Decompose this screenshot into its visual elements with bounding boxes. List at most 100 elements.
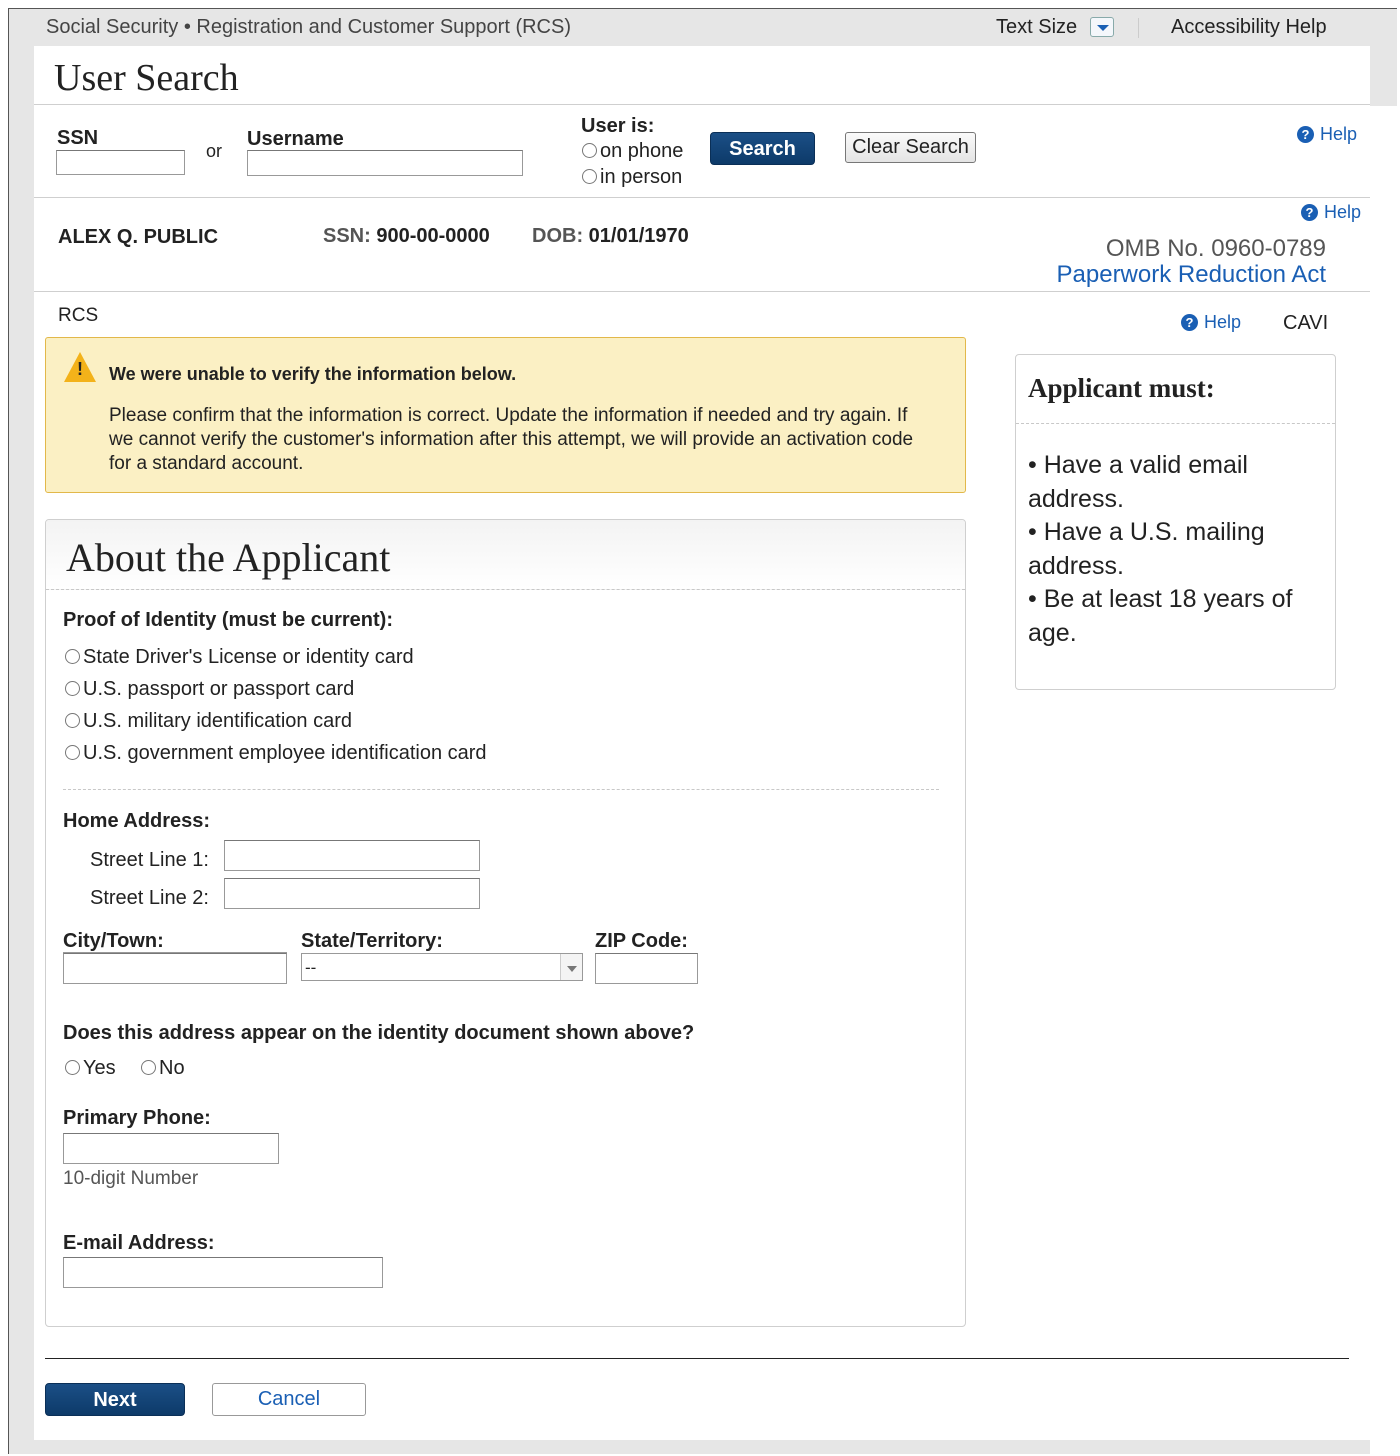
cancel-button[interactable]: Cancel — [212, 1383, 366, 1416]
city-label: City/Town: — [63, 930, 164, 952]
next-button[interactable]: Next — [45, 1383, 185, 1416]
street-line-2-input[interactable] — [224, 878, 480, 909]
requirement-item: • Have a U.S. mailing address. — [1028, 518, 1265, 580]
on-phone-label: on phone — [600, 140, 684, 162]
cavi-label: CAVI — [1283, 312, 1329, 334]
city-input[interactable] — [63, 953, 287, 984]
on-phone-option[interactable]: on phone — [582, 140, 683, 163]
or-label: or — [206, 141, 223, 161]
help-label: Help — [1320, 124, 1358, 144]
applicant-dob: DOB: 01/01/1970 — [532, 225, 689, 248]
chevron-down-icon — [560, 954, 582, 980]
divider — [63, 789, 939, 790]
site-title: Social Security • Registration and Custo… — [46, 16, 571, 38]
radio-button[interactable] — [65, 681, 80, 696]
phone-hint: 10-digit Number — [63, 1168, 199, 1189]
footer-divider — [45, 1358, 1349, 1359]
radio-button[interactable] — [141, 1060, 156, 1075]
radio-button[interactable] — [65, 713, 80, 728]
panel-edge — [1370, 106, 1397, 1456]
address-yes-option[interactable]: Yes — [65, 1057, 116, 1080]
applicant-help-link[interactable]: ? Help — [1301, 202, 1361, 223]
clear-search-button[interactable]: Clear Search — [845, 132, 976, 163]
ssn-input[interactable] — [56, 150, 185, 175]
divider — [1016, 423, 1335, 424]
requirement-item: • Have a valid email address. — [1028, 451, 1248, 513]
applicant-ssn: SSN: 900-00-0000 — [323, 225, 490, 248]
address-question: Does this address appear on the identity… — [63, 1022, 695, 1044]
warning-icon: ! — [64, 352, 96, 382]
proof-option-drivers-license[interactable]: State Driver's License or identity card — [65, 646, 414, 669]
alert-body: Please confirm that the information is c… — [109, 405, 914, 474]
requirements-list: • Have a valid email address. • Have a U… — [1028, 449, 1328, 650]
applicant-name: ALEX Q. PUBLIC — [58, 226, 219, 248]
option-label: Yes — [83, 1057, 116, 1079]
radio-button[interactable] — [582, 169, 597, 184]
email-input[interactable] — [63, 1257, 383, 1288]
verification-alert: ! We were unable to verify the informati… — [45, 337, 966, 493]
page-title: User Search — [54, 57, 239, 99]
search-button[interactable]: Search — [710, 132, 815, 165]
home-address-label: Home Address: — [63, 810, 211, 832]
state-select[interactable]: -- — [301, 953, 583, 981]
alert-title: We were unable to verify the information… — [109, 364, 517, 384]
paperwork-reduction-link[interactable]: Paperwork Reduction Act — [1030, 262, 1326, 288]
option-label: U.S. government employee identification … — [83, 742, 487, 764]
radio-button[interactable] — [65, 649, 80, 664]
help-icon: ? — [1297, 126, 1314, 143]
zip-label: ZIP Code: — [595, 930, 688, 952]
proof-option-government-id[interactable]: U.S. government employee identification … — [65, 742, 487, 765]
option-label: U.S. passport or passport card — [83, 678, 355, 700]
user-is-label: User is: — [581, 115, 655, 137]
help-icon: ? — [1301, 204, 1318, 221]
address-no-option[interactable]: No — [141, 1057, 185, 1080]
search-help-link[interactable]: ? Help — [1297, 124, 1357, 145]
cavi-help-link[interactable]: ? Help — [1181, 312, 1241, 333]
state-selected-value: -- — [305, 958, 317, 977]
divider — [34, 104, 1370, 105]
radio-button[interactable] — [582, 143, 597, 158]
state-label: State/Territory: — [301, 930, 443, 952]
help-label: Help — [1204, 312, 1242, 332]
accessibility-help-link[interactable]: Accessibility Help — [1171, 16, 1327, 39]
applicant-requirements-box: Applicant must: • Have a valid email add… — [1015, 354, 1336, 690]
divider — [1138, 18, 1139, 38]
requirements-title: Applicant must: — [1028, 373, 1215, 403]
street-line-2-label: Street Line 2: — [90, 887, 209, 909]
applicant-form: About the Applicant Proof of Identity (m… — [45, 519, 966, 1327]
omb-block: OMB No. 0960-0789 Paperwork Reduction Ac… — [1030, 236, 1326, 288]
in-person-option[interactable]: in person — [582, 166, 682, 189]
zip-input[interactable] — [595, 953, 698, 984]
option-label: U.S. military identification card — [83, 710, 352, 732]
primary-phone-label: Primary Phone: — [63, 1107, 211, 1129]
proof-option-military-id[interactable]: U.S. military identification card — [65, 710, 352, 733]
divider — [34, 291, 1370, 292]
email-label: E-mail Address: — [63, 1232, 215, 1254]
text-size-label: Text Size — [996, 16, 1078, 38]
ssn-caption: SSN: — [323, 225, 371, 247]
username-label: Username — [247, 128, 344, 150]
ssn-label: SSN — [57, 127, 99, 149]
street-line-1-label: Street Line 1: — [90, 849, 209, 871]
street-line-1-input[interactable] — [224, 840, 480, 871]
dob-value: 01/01/1970 — [588, 225, 689, 247]
omb-number: OMB No. 0960-0789 — [1105, 235, 1326, 262]
help-label: Help — [1324, 202, 1362, 222]
primary-phone-input[interactable] — [63, 1133, 279, 1164]
in-person-label: in person — [600, 166, 683, 188]
option-label: No — [159, 1057, 185, 1079]
ssn-value: 900-00-0000 — [376, 225, 490, 247]
divider — [34, 197, 1370, 198]
text-size-dropdown[interactable] — [1090, 17, 1114, 37]
breadcrumb: RCS — [58, 305, 99, 326]
form-header: About the Applicant — [46, 520, 965, 590]
username-input[interactable] — [247, 150, 523, 176]
proof-option-passport[interactable]: U.S. passport or passport card — [65, 678, 354, 701]
radio-button[interactable] — [65, 1060, 80, 1075]
option-label: State Driver's License or identity card — [83, 646, 414, 668]
form-title: About the Applicant — [66, 535, 391, 580]
radio-button[interactable] — [65, 745, 80, 760]
help-icon: ? — [1181, 314, 1198, 331]
requirement-item: • Be at least 18 years of age. — [1028, 585, 1293, 647]
proof-of-identity-label: Proof of Identity (must be current): — [63, 609, 393, 631]
